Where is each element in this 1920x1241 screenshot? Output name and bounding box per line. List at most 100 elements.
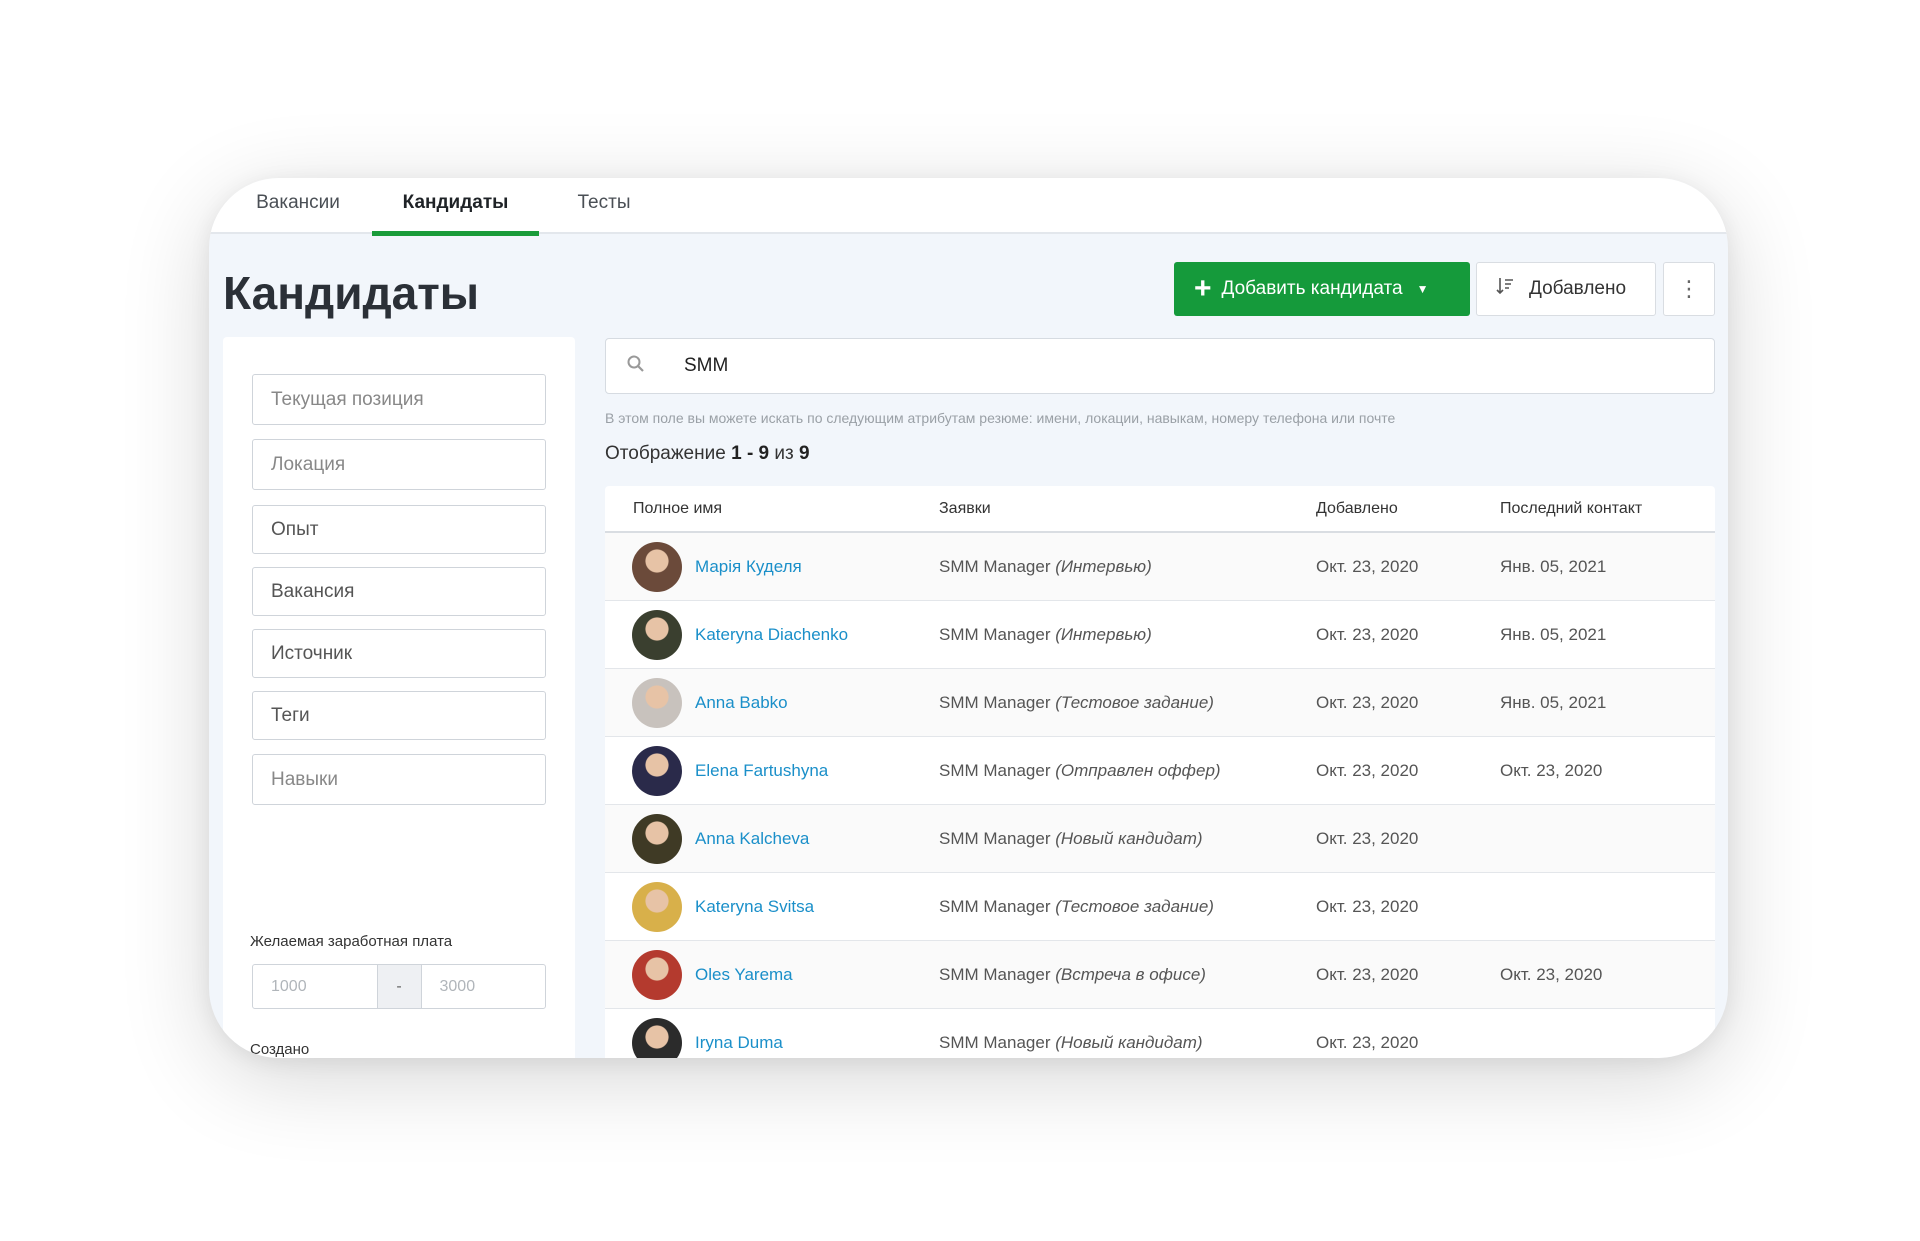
- candidate-name-link[interactable]: Oles Yarema: [695, 965, 793, 985]
- search-icon: [626, 354, 654, 379]
- application-cell: SMM Manager (Встреча в офисе): [939, 965, 1206, 985]
- header-last-contact[interactable]: Последний контакт: [1500, 500, 1642, 518]
- application-cell: SMM Manager (Интервью): [939, 625, 1152, 645]
- last-contact-date: Янв. 05, 2021: [1500, 625, 1607, 644]
- tab-tests[interactable]: Тесты: [561, 178, 647, 234]
- salary-dash: -: [376, 965, 422, 1008]
- application-status: (Новый кандидат): [1055, 829, 1203, 848]
- application-vacancy: SMM Manager: [939, 965, 1051, 984]
- candidate-name-link[interactable]: Kateryna Svitsa: [695, 897, 814, 917]
- current-position-field[interactable]: Текущая позиция: [252, 374, 546, 425]
- avatar: [632, 678, 682, 728]
- caret-down-icon: ▼: [1416, 282, 1429, 296]
- added-date: Окт. 23, 2020: [1316, 693, 1419, 712]
- vacancy-select[interactable]: Вакансия: [252, 567, 546, 616]
- application-cell: SMM Manager (Тестовое задание): [939, 897, 1214, 917]
- header-added[interactable]: Добавлено: [1316, 500, 1398, 518]
- sort-label: Добавлено: [1529, 278, 1627, 299]
- table-header: Полное имя Заявки Добавлено Последний ко…: [605, 486, 1715, 533]
- candidates-table: Полное имя Заявки Добавлено Последний ко…: [605, 486, 1715, 1058]
- application-status: (Встреча в офисе): [1055, 965, 1206, 984]
- last-contact-date: Янв. 05, 2021: [1500, 693, 1607, 712]
- table-row[interactable]: Elena Fartushyna SMM Manager (Отправлен о…: [605, 737, 1715, 805]
- candidate-name-link[interactable]: Anna Kalcheva: [695, 829, 809, 849]
- salary-to-input[interactable]: 3000: [422, 965, 546, 1008]
- filters-sidebar: Текущая позиция Локация Опыт Вакансия Ис…: [223, 337, 575, 1058]
- application-cell: SMM Manager (Новый кандидат): [939, 829, 1203, 849]
- add-candidate-label: Добавить кандидата: [1221, 278, 1403, 299]
- avatar: [632, 610, 682, 660]
- results-count: Отображение 1 - 9 из 9: [605, 443, 810, 465]
- skills-field[interactable]: Навыки: [252, 754, 546, 805]
- table-row[interactable]: Марія Куделя SMM Manager (Интервью) Окт. 2…: [605, 533, 1715, 601]
- table-row[interactable]: Anna Babko SMM Manager (Тестовое задание)…: [605, 669, 1715, 737]
- tags-select[interactable]: Теги: [252, 691, 546, 740]
- application-vacancy: SMM Manager: [939, 693, 1051, 712]
- candidate-name-link[interactable]: Iryna Duma: [695, 1033, 783, 1053]
- application-cell: SMM Manager (Тестовое задание): [939, 693, 1214, 713]
- added-date: Окт. 23, 2020: [1316, 1033, 1419, 1052]
- last-contact-date: Янв. 05, 2021: [1500, 557, 1607, 576]
- candidate-name-link[interactable]: Elena Fartushyna: [695, 761, 828, 781]
- candidate-name-link[interactable]: Kateryna Diachenko: [695, 625, 848, 645]
- experience-select[interactable]: Опыт: [252, 505, 546, 554]
- tab-vacancies[interactable]: Вакансии: [239, 178, 357, 234]
- created-label: Создано: [250, 1041, 310, 1058]
- results-prefix: Отображение: [605, 443, 726, 464]
- candidate-name-link[interactable]: Anna Babko: [695, 693, 788, 713]
- avatar: [632, 950, 682, 1000]
- more-options-button[interactable]: ⋮: [1663, 262, 1715, 316]
- application-cell: SMM Manager (Новый кандидат): [939, 1033, 1203, 1053]
- application-vacancy: SMM Manager: [939, 1033, 1051, 1052]
- salary-from-input[interactable]: 1000: [253, 965, 377, 1008]
- results-range: 1 - 9: [731, 443, 770, 464]
- search-input[interactable]: SMM: [605, 338, 1715, 394]
- salary-range: 1000 - 3000: [252, 964, 546, 1009]
- application-vacancy: SMM Manager: [939, 761, 1051, 780]
- table-row[interactable]: Kateryna Svitsa SMM Manager (Тестовое зад…: [605, 873, 1715, 941]
- added-date: Окт. 23, 2020: [1316, 625, 1419, 644]
- added-date: Окт. 23, 2020: [1316, 897, 1419, 916]
- table-body: Марія Куделя SMM Manager (Интервью) Окт. 2…: [605, 533, 1715, 1058]
- tab-bar: Вакансии Кандидаты Тесты: [209, 178, 1728, 236]
- results-total: 9: [799, 443, 810, 464]
- table-row[interactable]: Kateryna Diachenko SMM Manager (Интервью)…: [605, 601, 1715, 669]
- source-select[interactable]: Источник: [252, 629, 546, 678]
- application-status: (Новый кандидат): [1055, 1033, 1203, 1052]
- avatar: [632, 1018, 682, 1058]
- app-window: Вакансии Кандидаты Тесты Кандидаты + Доб…: [209, 178, 1728, 1058]
- table-row[interactable]: Iryna Duma SMM Manager (Новый кандидат) Ок…: [605, 1009, 1715, 1058]
- added-date: Окт. 23, 2020: [1316, 965, 1419, 984]
- header-full-name[interactable]: Полное имя: [633, 500, 722, 518]
- application-status: (Интервью): [1055, 625, 1152, 644]
- header-applications[interactable]: Заявки: [939, 500, 991, 518]
- added-date: Окт. 23, 2020: [1316, 557, 1419, 576]
- application-vacancy: SMM Manager: [939, 897, 1051, 916]
- avatar: [632, 882, 682, 932]
- application-vacancy: SMM Manager: [939, 829, 1051, 848]
- plus-icon: +: [1194, 272, 1212, 305]
- sort-icon: [1495, 276, 1515, 302]
- avatar: [632, 542, 682, 592]
- add-candidate-button[interactable]: + Добавить кандидата ▼: [1174, 262, 1470, 316]
- application-cell: SMM Manager (Отправлен оффер): [939, 761, 1221, 781]
- avatar: [632, 814, 682, 864]
- page-title: Кандидаты: [223, 267, 480, 319]
- tab-candidates[interactable]: Кандидаты: [372, 178, 539, 236]
- last-contact-date: Окт. 23, 2020: [1500, 761, 1603, 780]
- sort-button[interactable]: Добавлено: [1476, 262, 1656, 316]
- salary-label: Желаемая заработная плата: [250, 933, 453, 950]
- table-row[interactable]: Anna Kalcheva SMM Manager (Новый кандидат…: [605, 805, 1715, 873]
- location-field[interactable]: Локация: [252, 439, 546, 490]
- application-status: (Отправлен оффер): [1055, 761, 1221, 780]
- table-row[interactable]: Oles Yarema SMM Manager (Встреча в офисе)…: [605, 941, 1715, 1009]
- candidate-name-link[interactable]: Марія Куделя: [695, 557, 802, 577]
- added-date: Окт. 23, 2020: [1316, 829, 1419, 848]
- application-vacancy: SMM Manager: [939, 557, 1051, 576]
- application-cell: SMM Manager (Интервью): [939, 557, 1152, 577]
- added-date: Окт. 23, 2020: [1316, 761, 1419, 780]
- avatar: [632, 746, 682, 796]
- last-contact-date: Окт. 23, 2020: [1500, 965, 1603, 984]
- application-status: (Тестовое задание): [1055, 897, 1214, 916]
- results-of: из: [774, 443, 794, 464]
